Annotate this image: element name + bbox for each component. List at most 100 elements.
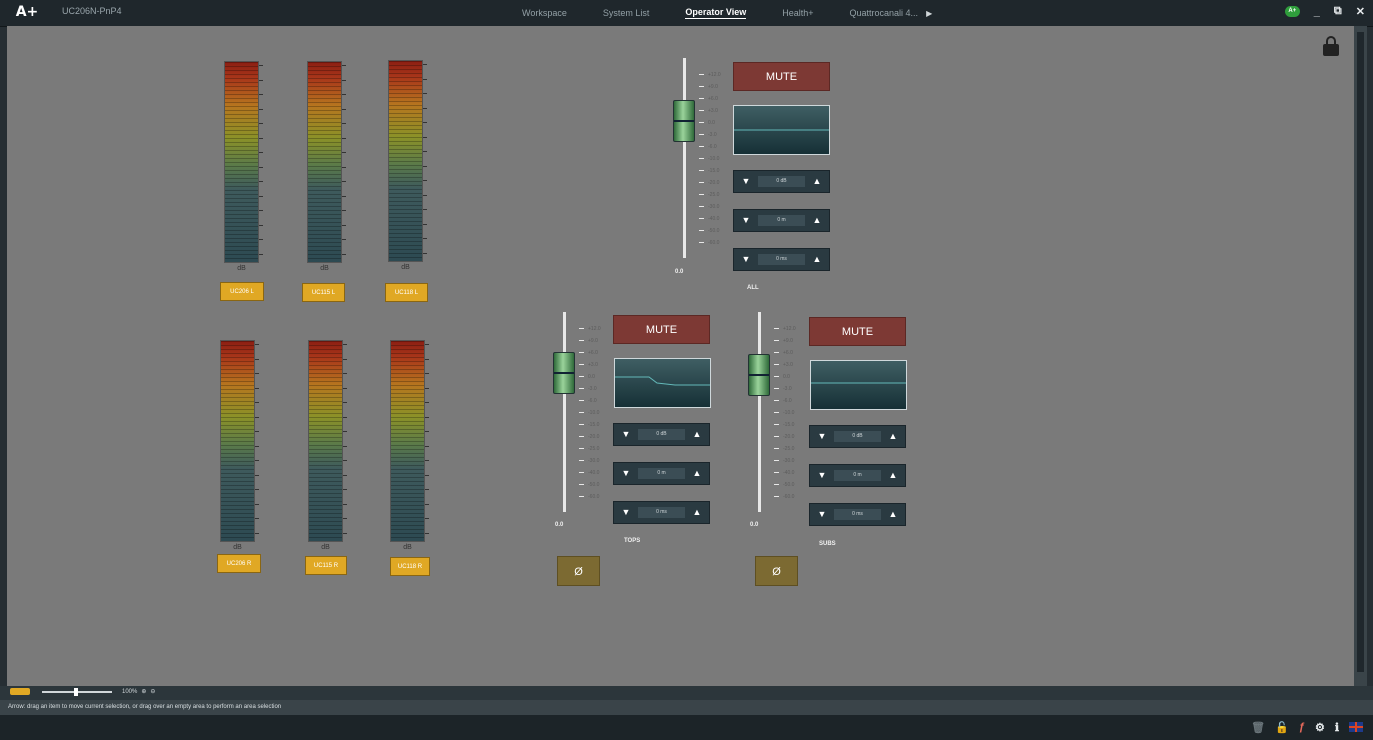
increase-gain-button[interactable]: ▲ [807, 171, 827, 192]
gain-value[interactable]: 0 dB [638, 429, 685, 440]
meter-tick [259, 94, 263, 95]
increase-delay-ms-button[interactable]: ▲ [687, 502, 707, 523]
delay-ms-value[interactable]: 0 ms [758, 254, 805, 265]
decrease-gain-button[interactable]: ▼ [736, 171, 756, 192]
fader-track[interactable] [563, 312, 566, 512]
tab-health[interactable]: Health+ [782, 8, 813, 18]
trash-icon[interactable]: 🗑 [1251, 721, 1265, 734]
fader-track[interactable] [758, 312, 761, 512]
zoom-out-icon[interactable]: ⊖ [150, 688, 155, 695]
tab-operator-view[interactable]: Operator View [685, 7, 747, 19]
close-button[interactable]: ✕ [1356, 5, 1365, 18]
channel-button-uc118-r[interactable]: UC118 R [390, 557, 430, 576]
fx-icon[interactable]: ƒ [1299, 721, 1305, 734]
meter-tick [259, 79, 263, 81]
vertical-scrollbar[interactable] [1354, 26, 1367, 686]
increase-delay-button[interactable]: ▲ [883, 465, 903, 486]
tab-workspace[interactable]: Workspace [522, 8, 567, 18]
delay-value[interactable]: 0 m [638, 468, 685, 479]
eq-curve [811, 382, 906, 384]
delay-value[interactable]: 0 m [834, 470, 881, 481]
fader-knob[interactable] [673, 100, 695, 142]
decrease-gain-button[interactable]: ▼ [616, 424, 636, 445]
increase-delay-button[interactable]: ▲ [687, 463, 707, 484]
tab-quattrocanali[interactable]: Quattrocanali 4... [850, 8, 919, 18]
fader-scale-label: -40.0 [774, 470, 794, 477]
info-icon[interactable]: ℹ [1335, 721, 1339, 734]
meter-tick [425, 474, 429, 476]
mute-button-subs[interactable]: MUTE [809, 317, 906, 346]
gain-stepper-subs: ▼ 0 dB ▲ [809, 425, 906, 448]
fader-scale-label: -30.0 [579, 458, 599, 465]
zoom-slider[interactable] [42, 687, 112, 696]
decrease-delay-button[interactable]: ▼ [616, 463, 636, 484]
window-controls: A+ _ ⧉ ✕ [1284, 5, 1365, 18]
fader-scale-label: -25.0 [579, 446, 599, 453]
restore-button[interactable]: ⧉ [1334, 5, 1342, 18]
connection-status-icon[interactable]: A+ [1284, 6, 1300, 17]
increase-gain-button[interactable]: ▲ [687, 424, 707, 445]
mute-button-all[interactable]: MUTE [733, 62, 830, 91]
eq-display-tops[interactable] [614, 358, 711, 408]
fader-scale-label: -6.0 [774, 398, 792, 405]
fader-scale-label: +9.0 [699, 84, 718, 91]
delay-ms-stepper-subs: ▼ 0 ms ▲ [809, 503, 906, 526]
fader-scale-label: -25.0 [774, 446, 794, 453]
delay-value[interactable]: 0 m [758, 215, 805, 226]
delay-ms-value[interactable]: 0 ms [638, 507, 685, 518]
fader-scale-label: 0.0 [579, 374, 595, 381]
fit-view-button[interactable] [10, 688, 30, 695]
fader-scale-label: +9.0 [579, 338, 598, 345]
app-logo[interactable]: A+ [10, 4, 44, 21]
channel-button-uc206-l[interactable]: UC206 L [220, 282, 264, 301]
decrease-delay-ms-button[interactable]: ▼ [736, 249, 756, 270]
decrease-delay-ms-button[interactable]: ▼ [812, 504, 832, 525]
zoom-in-icon[interactable]: ⊕ [141, 688, 146, 695]
channel-button-uc115-l[interactable]: UC115 L [302, 283, 345, 302]
meter-tick [259, 166, 263, 168]
eq-display-subs[interactable] [810, 360, 907, 410]
channel-button-uc118-l[interactable]: UC118 L [385, 283, 428, 302]
fader-scale-label: -6.0 [579, 398, 597, 405]
mute-button-tops[interactable]: MUTE [613, 315, 710, 344]
fader-scale-label: -15.0 [699, 168, 719, 175]
fader-knob[interactable] [748, 354, 770, 396]
level-meter-bar [224, 61, 259, 263]
fader-value: 0.0 [675, 269, 684, 275]
minimize-button[interactable]: _ [1314, 6, 1320, 18]
group-label-all: ALL [747, 285, 759, 291]
fader-track[interactable] [683, 58, 686, 258]
meter-scale [259, 61, 269, 261]
decrease-delay-ms-button[interactable]: ▼ [616, 502, 636, 523]
gear-icon[interactable]: ⚙ [1315, 721, 1325, 734]
meter-tick [255, 460, 259, 461]
meter-tick [259, 108, 263, 110]
tab-system-list[interactable]: System List [603, 8, 650, 18]
increase-delay-ms-button[interactable]: ▲ [807, 249, 827, 270]
increase-delay-ms-button[interactable]: ▲ [883, 504, 903, 525]
operator-canvas[interactable]: dB dB dB dB dB dB UC206 L UC115 L UC118 … [7, 26, 1354, 686]
delay-ms-value[interactable]: 0 ms [834, 509, 881, 520]
gain-value[interactable]: 0 dB [758, 176, 805, 187]
decrease-gain-button[interactable]: ▼ [812, 426, 832, 447]
decrease-delay-button[interactable]: ▼ [812, 465, 832, 486]
meter-tick [255, 344, 259, 345]
channel-button-uc115-r[interactable]: UC115 R [305, 556, 347, 575]
phase-invert-button-tops[interactable]: Ø [557, 556, 600, 586]
increase-gain-button[interactable]: ▲ [883, 426, 903, 447]
phase-invert-button-subs[interactable]: Ø [755, 556, 798, 586]
meter-tick [255, 503, 259, 505]
decrease-delay-button[interactable]: ▼ [736, 210, 756, 231]
lock-icon[interactable] [1323, 36, 1339, 56]
nav-more-arrow-icon[interactable]: ▶ [926, 9, 932, 18]
meter-tick [425, 402, 429, 403]
eq-display-all[interactable] [733, 105, 830, 155]
fader-knob[interactable] [553, 352, 575, 394]
increase-delay-button[interactable]: ▲ [807, 210, 827, 231]
meter-tick [425, 532, 429, 534]
channel-button-uc206-r[interactable]: UC206 R [217, 554, 261, 573]
gain-value[interactable]: 0 dB [834, 431, 881, 442]
language-flag-icon[interactable] [1349, 722, 1363, 732]
unlock-icon[interactable]: 🔓 [1275, 721, 1289, 734]
fader-scale-label: -3.0 [774, 386, 792, 393]
